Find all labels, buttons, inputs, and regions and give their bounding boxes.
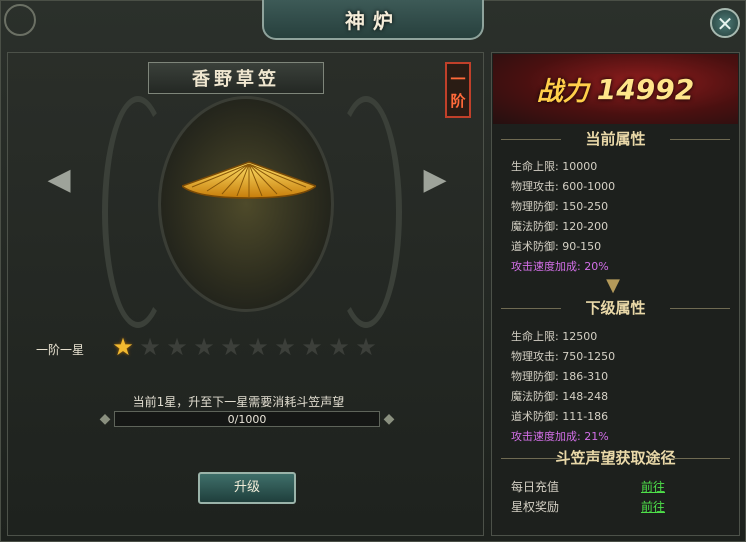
current-attrs-title: 当前属性 [493,128,738,150]
next-attr: 物理攻击: 750-1250 [511,350,616,363]
star-empty-icon: ★ [139,333,161,361]
arrow-right-icon[interactable]: ▶ [420,160,450,200]
next-attr: 生命上限: 12500 [511,330,598,343]
chevron-down-icon: ▼ [606,275,620,296]
power-value: 14992 [596,72,695,106]
route-name: 每日充值 [511,480,560,494]
star-empty-icon: ★ [301,333,323,361]
next-attrs-title: 下级属性 [493,297,738,319]
star-empty-icon: ★ [247,333,269,361]
bar-cap-right-icon: ◆ [383,411,395,427]
star-level-label: 一阶一星 [36,343,85,357]
route-name: 星权奖励 [511,500,560,514]
current-attr: 魔法防御: 120-200 [511,220,609,233]
star-empty-icon: ★ [166,333,188,361]
progress-text: 0/1000 [227,413,267,426]
star-empty-icon: ★ [328,333,350,361]
current-attr: 物理防御: 150-250 [511,200,609,213]
item-name: 香野草笠 [148,62,324,94]
current-attr: 物理攻击: 600-1000 [511,180,616,193]
close-button[interactable]: ✕ [710,8,740,38]
stage-badge: 一阶 [445,62,471,118]
arrow-left-icon[interactable]: ◀ [44,160,74,200]
star-empty-icon: ★ [274,333,296,361]
route-link-star-reward[interactable]: 前往 [641,498,665,515]
current-attr-special: 攻击速度加成: 20% [511,260,609,273]
star-filled-icon: ★ [112,333,134,361]
star-rating: ★ ★ ★ ★ ★ ★ ★ ★ ★ ★ [110,334,379,360]
star-empty-icon: ★ [193,333,215,361]
right-ornament [330,96,402,328]
close-icon: ✕ [716,12,734,36]
window-title: 神炉 [262,0,484,40]
upgrade-button[interactable]: 升级 [198,472,296,504]
star-empty-icon: ★ [355,333,377,361]
current-attr: 生命上限: 10000 [511,160,598,173]
power-label: 战力 [536,76,589,107]
straw-hat-icon [182,161,316,199]
bar-cap-left-icon: ◆ [99,411,111,427]
item-display-orb [158,96,334,312]
next-attr: 魔法防御: 148-248 [511,390,609,403]
power-banner: 战力 14992 [493,54,738,124]
corner-ornament-left [4,4,36,36]
star-empty-icon: ★ [220,333,242,361]
next-attr: 道术防御: 111-186 [511,410,609,423]
next-attr-special: 攻击速度加成: 21% [511,430,609,443]
progress-bar: 0/1000 [114,411,380,427]
route-link-daily-recharge[interactable]: 前往 [641,478,665,495]
next-attr: 物理防御: 186-310 [511,370,609,383]
routes-title: 斗笠声望获取途径 [493,447,738,469]
reputation-progress: ◆ 0/1000 ◆ [96,408,398,430]
current-attr: 道术防御: 90-150 [511,240,602,253]
